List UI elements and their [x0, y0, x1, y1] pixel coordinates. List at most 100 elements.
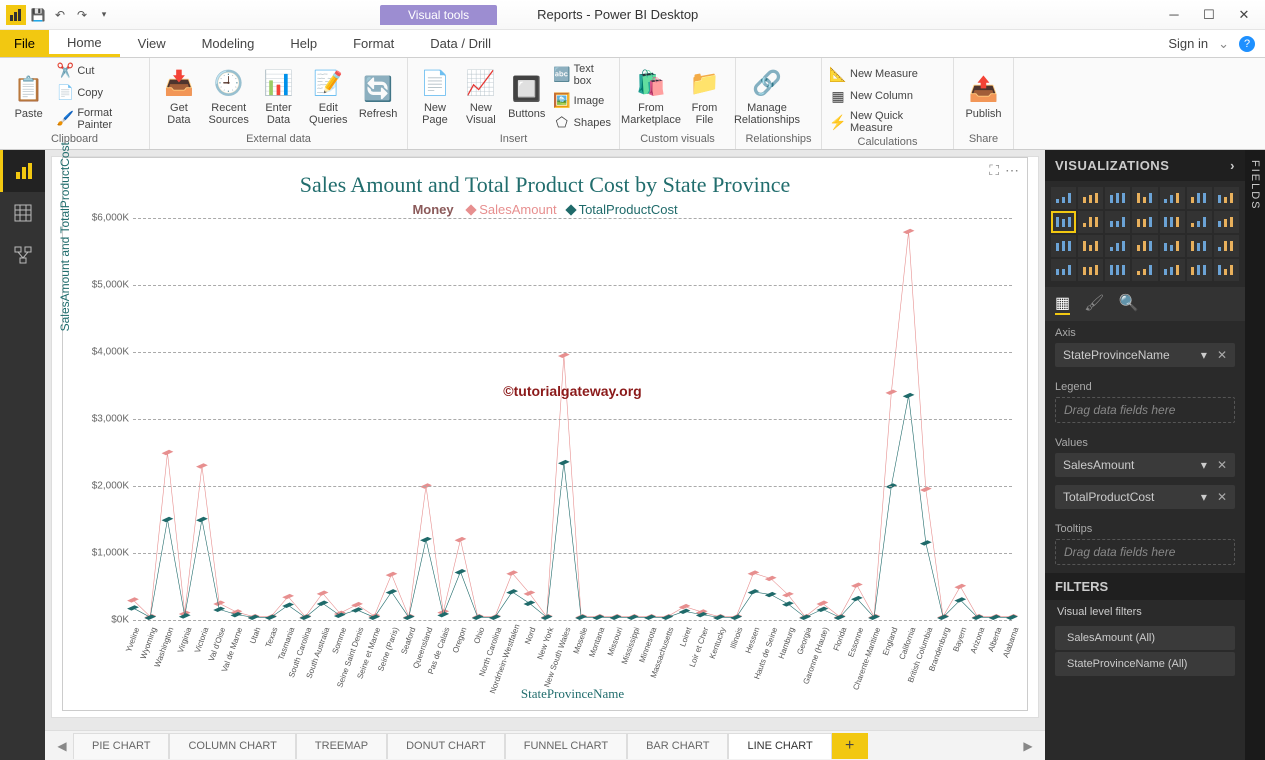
- viz-type-icon[interactable]: [1132, 187, 1157, 209]
- tab-prev-button[interactable]: ◀: [51, 739, 73, 753]
- visualizations-header[interactable]: VISUALIZATIONS›: [1045, 150, 1245, 181]
- axis-field-well[interactable]: StateProvinceName▾✕: [1055, 343, 1235, 367]
- publish-button[interactable]: 📤Publish: [960, 62, 1007, 132]
- new-visual-button[interactable]: 📈New Visual: [460, 62, 502, 132]
- paste-button[interactable]: 📋Paste: [6, 62, 51, 132]
- format-tab[interactable]: 🖌: [1084, 293, 1104, 315]
- viz-type-icon[interactable]: [1105, 235, 1130, 257]
- viz-type-icon[interactable]: [1132, 259, 1157, 281]
- shapes-button[interactable]: ⬠Shapes: [552, 113, 613, 133]
- page-tab[interactable]: TREEMAP: [296, 733, 387, 759]
- enter-data-button[interactable]: 📊Enter Data: [256, 62, 302, 132]
- viz-type-icon[interactable]: [1051, 211, 1076, 233]
- visual-frame[interactable]: ⛶ ⋯ Sales Amount and Total Product Cost …: [62, 157, 1028, 711]
- page-tab[interactable]: PIE CHART: [73, 733, 169, 759]
- page-tab[interactable]: FUNNEL CHART: [505, 733, 627, 759]
- qat-dropdown-icon[interactable]: ▾: [94, 5, 114, 25]
- viz-type-icon[interactable]: [1160, 187, 1185, 209]
- menu-tab-format[interactable]: Format: [335, 30, 412, 57]
- fields-tab[interactable]: ▦: [1055, 293, 1070, 315]
- menu-tab-modeling[interactable]: Modeling: [184, 30, 273, 57]
- manage-relationships-button[interactable]: 🔗Manage Relationships: [742, 62, 792, 132]
- buttons-button[interactable]: 🔲Buttons: [506, 62, 548, 132]
- marketplace-button[interactable]: 🛍️From Marketplace: [626, 62, 676, 132]
- redo-icon[interactable]: ↷: [72, 5, 92, 25]
- new-column-button[interactable]: ▦New Column: [828, 86, 947, 106]
- new-measure-button[interactable]: 📐New Measure: [828, 64, 947, 84]
- new-page-button[interactable]: 📄New Page: [414, 62, 456, 132]
- model-view-button[interactable]: [0, 234, 45, 276]
- dropdown-icon[interactable]: ▾: [1201, 458, 1207, 472]
- value-field-well[interactable]: SalesAmount▾✕: [1055, 453, 1235, 477]
- tooltips-field-well[interactable]: Drag data fields here: [1055, 539, 1235, 565]
- fields-panel-collapsed[interactable]: FIELDS: [1245, 150, 1265, 760]
- from-file-button[interactable]: 📁From File: [680, 62, 729, 132]
- dropdown-icon[interactable]: ▾: [1201, 348, 1207, 362]
- viz-type-icon[interactable]: [1051, 259, 1076, 281]
- menu-tab-help[interactable]: Help: [272, 30, 335, 57]
- legend-field-well[interactable]: Drag data fields here: [1055, 397, 1235, 423]
- viz-type-icon[interactable]: [1078, 259, 1103, 281]
- save-icon[interactable]: 💾: [28, 5, 48, 25]
- close-button[interactable]: ✕: [1227, 4, 1261, 26]
- page-tab[interactable]: DONUT CHART: [387, 733, 505, 759]
- viz-type-icon[interactable]: [1214, 211, 1239, 233]
- remove-icon[interactable]: ✕: [1211, 458, 1227, 472]
- viz-type-icon[interactable]: [1105, 187, 1130, 209]
- add-page-button[interactable]: +: [832, 733, 868, 759]
- remove-icon[interactable]: ✕: [1211, 490, 1227, 504]
- cut-button[interactable]: ✂️Cut: [55, 61, 143, 81]
- format-painter-button[interactable]: 🖌️Format Painter: [55, 105, 143, 133]
- refresh-button[interactable]: 🔄Refresh: [355, 62, 401, 132]
- viz-type-icon[interactable]: [1187, 235, 1212, 257]
- report-view-button[interactable]: [0, 150, 45, 192]
- undo-icon[interactable]: ↶: [50, 5, 70, 25]
- help-icon[interactable]: ?: [1239, 36, 1255, 52]
- page-tab[interactable]: COLUMN CHART: [169, 733, 295, 759]
- sign-in-link[interactable]: Sign in: [1168, 36, 1208, 51]
- chevron-down-icon[interactable]: ⌄: [1218, 36, 1229, 52]
- viz-type-icon[interactable]: [1105, 211, 1130, 233]
- textbox-button[interactable]: 🔤Text box: [552, 61, 613, 89]
- filters-header[interactable]: FILTERS: [1045, 573, 1245, 600]
- viz-type-icon[interactable]: [1160, 211, 1185, 233]
- page-tab[interactable]: BAR CHART: [627, 733, 728, 759]
- recent-sources-button[interactable]: 🕘Recent Sources: [206, 62, 252, 132]
- viz-type-icon[interactable]: [1078, 211, 1103, 233]
- tab-next-button[interactable]: ▶: [1017, 739, 1039, 753]
- quick-measure-button[interactable]: ⚡New Quick Measure: [828, 108, 947, 136]
- minimize-button[interactable]: ─: [1157, 4, 1191, 26]
- edit-queries-button[interactable]: 📝Edit Queries: [305, 62, 351, 132]
- viz-type-icon[interactable]: [1078, 235, 1103, 257]
- remove-icon[interactable]: ✕: [1211, 348, 1227, 362]
- page-tab[interactable]: LINE CHART: [728, 733, 831, 759]
- viz-type-icon[interactable]: [1132, 235, 1157, 257]
- menu-tab-home[interactable]: Home: [49, 30, 120, 57]
- viz-type-icon[interactable]: [1051, 235, 1076, 257]
- viz-type-icon[interactable]: [1078, 187, 1103, 209]
- viz-type-icon[interactable]: [1214, 235, 1239, 257]
- viz-type-icon[interactable]: [1187, 259, 1212, 281]
- analytics-tab[interactable]: 🔍: [1118, 293, 1138, 315]
- maximize-button[interactable]: ☐: [1192, 4, 1226, 26]
- menu-tab-view[interactable]: View: [120, 30, 184, 57]
- filter-item[interactable]: StateProvinceName (All): [1055, 652, 1235, 676]
- viz-type-icon[interactable]: [1214, 259, 1239, 281]
- viz-type-icon[interactable]: [1214, 187, 1239, 209]
- viz-type-icon[interactable]: [1160, 235, 1185, 257]
- viz-type-icon[interactable]: [1132, 211, 1157, 233]
- viz-type-icon[interactable]: [1105, 259, 1130, 281]
- viz-type-icon[interactable]: [1187, 187, 1212, 209]
- viz-type-icon[interactable]: [1051, 187, 1076, 209]
- report-page[interactable]: ⛶ ⋯ Sales Amount and Total Product Cost …: [51, 156, 1039, 718]
- menu-tab-data---drill[interactable]: Data / Drill: [412, 30, 509, 57]
- filter-item[interactable]: SalesAmount (All): [1055, 626, 1235, 650]
- dropdown-icon[interactable]: ▾: [1201, 490, 1207, 504]
- file-menu[interactable]: File: [0, 30, 49, 57]
- viz-type-icon[interactable]: [1187, 211, 1212, 233]
- image-button[interactable]: 🖼️Image: [552, 91, 613, 111]
- copy-button[interactable]: 📄Copy: [55, 83, 143, 103]
- get-data-button[interactable]: 📥Get Data: [156, 62, 202, 132]
- more-options-icon[interactable]: ⋯: [1005, 162, 1019, 179]
- value-field-well[interactable]: TotalProductCost▾✕: [1055, 485, 1235, 509]
